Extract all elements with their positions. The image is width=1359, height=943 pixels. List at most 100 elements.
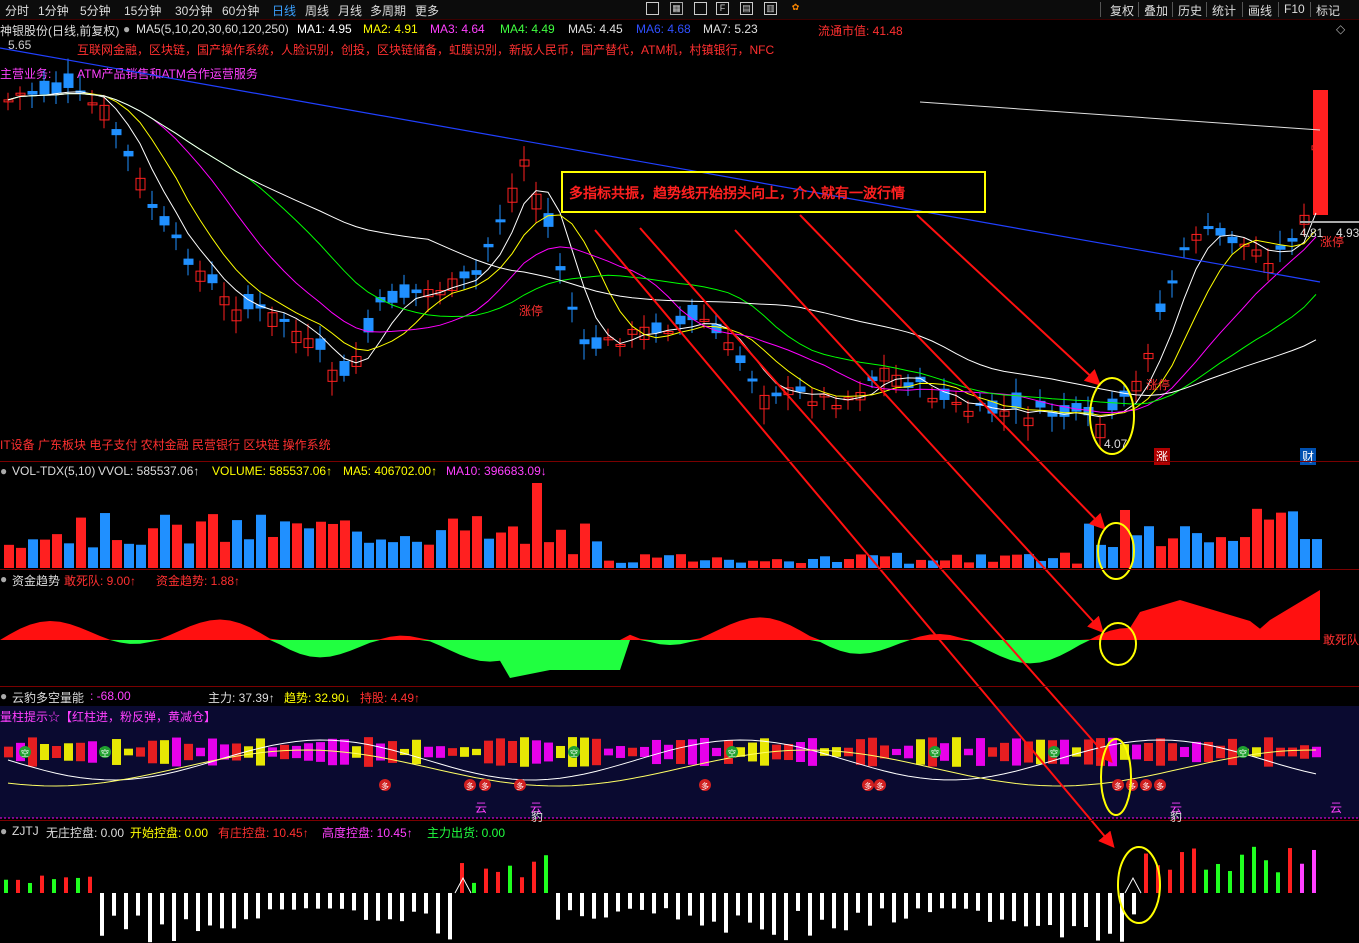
yunbao-bar <box>544 742 553 762</box>
zjtj-bar <box>1024 893 1028 927</box>
volume-bar <box>52 534 62 568</box>
candle-body <box>1275 245 1286 250</box>
volume-bar <box>580 523 590 568</box>
candle-body <box>159 216 170 226</box>
zjtj-bar <box>868 893 872 926</box>
zjtj-bar <box>976 893 980 911</box>
volume-bar <box>784 561 794 568</box>
sector-list: IT设备 广东板块 电子支付 农村金融 民营银行 区块链 操作系统 <box>0 438 331 452</box>
zjtj-bar <box>520 877 524 893</box>
zjtj-bar <box>556 893 560 920</box>
yunbao-bar <box>952 737 961 767</box>
zhang-marker: 涨 <box>1154 448 1171 465</box>
fund-up-area <box>0 590 1320 640</box>
volume-value: VOLUME: 585537.06↑ <box>212 464 333 478</box>
vvol-value: VVOL: 585537.06↑ <box>98 464 200 478</box>
zjtj-bar <box>676 893 680 920</box>
volume-bar <box>460 530 470 568</box>
zjtj-bar <box>772 893 776 935</box>
zjtj-bar <box>712 893 716 922</box>
volume-bar <box>28 539 38 568</box>
zjtj-bar <box>544 855 548 893</box>
zjtj-bar <box>1228 871 1232 893</box>
volume-bar <box>196 521 206 568</box>
settings-icon[interactable]: ● <box>0 572 7 586</box>
candle-body <box>1203 226 1214 230</box>
main-force-value: 主力: 37.39↑ <box>208 691 275 705</box>
volume-bar <box>400 536 410 568</box>
candle-body <box>387 290 398 303</box>
zjtj-bar <box>580 893 584 917</box>
zjtj-bar <box>328 893 332 909</box>
zjtj-bar <box>856 893 860 913</box>
candle-body <box>1215 228 1226 236</box>
settings-icon[interactable]: ● <box>0 689 7 703</box>
volume-bar <box>568 554 578 568</box>
volume-bar <box>340 520 350 568</box>
yunbao-bar <box>904 745 913 759</box>
yunbao-bar <box>40 743 49 761</box>
yunbao-bar <box>592 738 601 766</box>
yunbao-bar <box>352 746 361 758</box>
volume-bar <box>1048 558 1058 568</box>
yunbao-bar <box>148 740 157 764</box>
zjtj-bar <box>736 893 740 916</box>
zjtj-bar <box>412 893 416 912</box>
volume-bar <box>1072 563 1082 568</box>
fund-down-area <box>0 640 1320 678</box>
duo-marker-text: 多 <box>1142 781 1150 791</box>
yunbao-bar <box>784 743 793 761</box>
yunbao-bar <box>1312 746 1321 758</box>
volume-bar <box>748 560 758 568</box>
zjtj-bar <box>496 871 500 893</box>
kong-marker-text: 空 <box>101 748 109 758</box>
volume-bar <box>1240 537 1250 568</box>
yunbao-bar <box>280 744 289 760</box>
yunbao-bar <box>1060 739 1069 765</box>
volume-bar <box>352 531 362 568</box>
settings-icon[interactable]: ● <box>0 464 7 478</box>
zjtj-bar <box>1204 869 1208 893</box>
yunbao-bar <box>1012 738 1021 766</box>
zjtj-title: ZJTJ <box>12 824 39 838</box>
candle-body <box>27 90 38 95</box>
kong-marker-text: 空 <box>931 748 939 758</box>
zjtj-bar <box>1276 872 1280 893</box>
candle-body <box>171 234 182 239</box>
right-price-label: 4.81 <box>1300 226 1324 240</box>
zjtj-bar <box>1300 863 1304 893</box>
zjtj-bar <box>652 893 656 914</box>
candle-body <box>483 243 494 248</box>
volume-bar <box>808 558 818 568</box>
volume-bar <box>472 516 482 568</box>
volume-bar <box>1120 509 1130 568</box>
candle-body <box>675 315 686 325</box>
volume-bar <box>820 556 830 568</box>
zjtj-bar <box>952 893 956 909</box>
candle-body <box>111 129 122 136</box>
volume-bar <box>760 561 770 568</box>
zjtj-bar <box>928 893 932 913</box>
zjtj-bar <box>244 893 248 920</box>
red-arrow <box>799 214 1106 530</box>
yunbao-bar <box>364 737 373 767</box>
candle-body <box>579 339 590 345</box>
volume-bar <box>1168 538 1178 568</box>
yunbao-bar <box>52 746 61 758</box>
zjtj-bar <box>568 893 572 911</box>
volume-bar <box>772 559 782 568</box>
yunbao-bar <box>196 747 205 757</box>
candle-body <box>651 322 662 334</box>
zjtj-bar <box>64 877 68 893</box>
volume-bar <box>148 528 158 568</box>
settings-icon[interactable]: ● <box>0 824 7 838</box>
zjtj-bar <box>724 893 728 933</box>
fund-trend-value: 资金趋势: 1.88↑ <box>156 574 241 588</box>
yunbao-bar <box>676 740 685 764</box>
candle-body <box>183 258 194 265</box>
candle-body <box>459 271 470 279</box>
zjtj-bar <box>292 893 296 910</box>
yunbao-bar <box>856 739 865 765</box>
duo-marker-text: 多 <box>876 781 884 791</box>
candle-body <box>567 306 578 310</box>
